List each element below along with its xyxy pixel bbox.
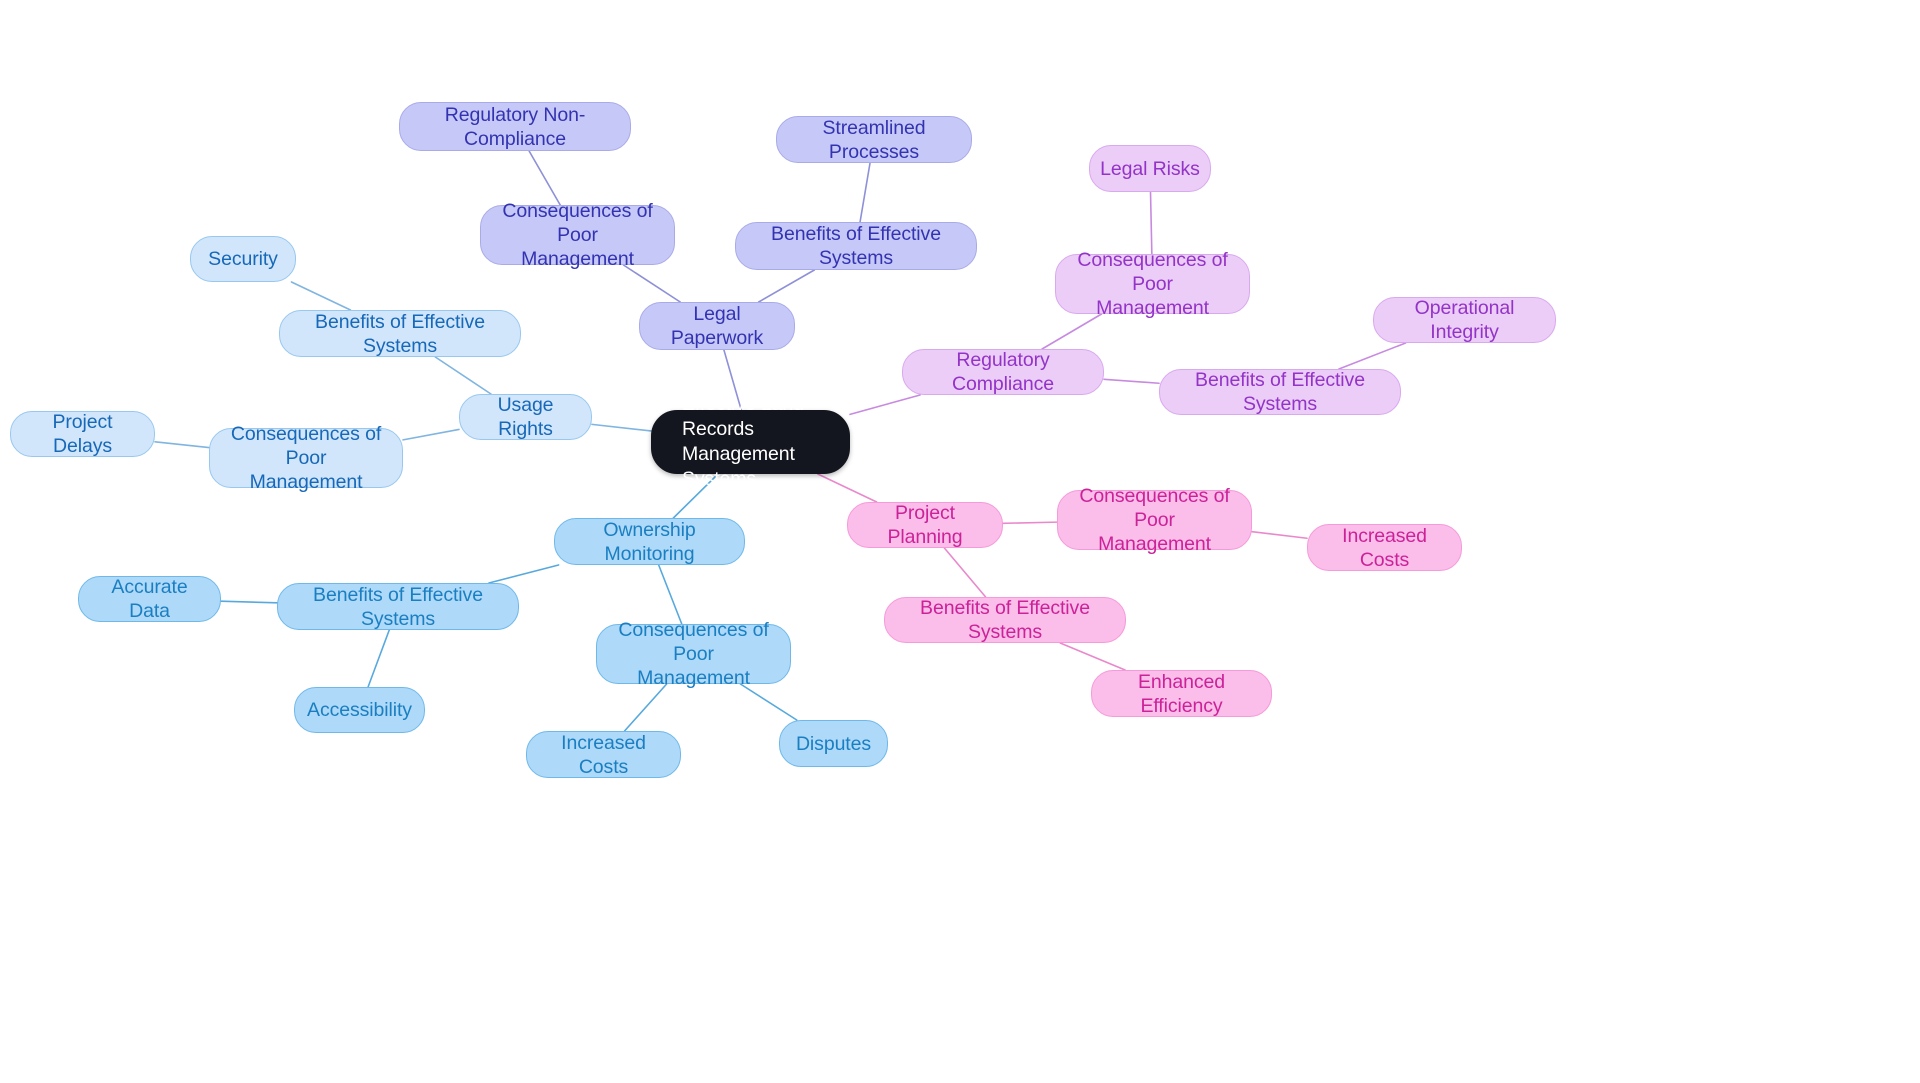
mindmap-canvas: Effective Land Records Management System… [0,0,1920,1083]
mindmap-node-om-accurate-data[interactable]: Accurate Data [78,576,221,622]
mindmap-edge [434,356,492,395]
mindmap-node-regulatory-compliance[interactable]: Regulatory Compliance [902,349,1104,395]
mindmap-edge [1002,521,1058,525]
mindmap-node-label: Usage Rights [497,394,554,440]
mindmap-node-ur-consequences[interactable]: Consequences of Poor Management [209,423,403,493]
mindmap-node-label: Regulatory Compliance [952,349,1054,395]
mindmap-node-rc-operational[interactable]: Operational Integrity [1373,297,1556,343]
mindmap-edge [1103,378,1160,385]
mindmap-node-om-disputes[interactable]: Disputes [779,720,888,767]
mindmap-node-label: Legal Paperwork [670,303,764,349]
mindmap-node-lp-consequences[interactable]: Consequences of Poor Management [480,200,675,270]
mindmap-edge [623,683,668,732]
mindmap-node-om-consequences[interactable]: Consequences of Poor Management [596,619,791,689]
mindmap-node-label: Streamlined Processes [822,116,926,163]
mindmap-node-label: Legal Risks [1100,157,1200,180]
mindmap-node-label: Benefits of Effective Systems [315,310,485,357]
mindmap-node-rc-legal-risks[interactable]: Legal Risks [1089,145,1211,192]
mindmap-edge [220,600,278,604]
mindmap-node-label: Project Planning [887,502,963,548]
mindmap-node-label: Disputes [795,732,872,755]
mindmap-edge [1338,342,1407,370]
mindmap-node-pp-consequences[interactable]: Consequences of Poor Management [1057,485,1252,555]
mindmap-node-label: Benefits of Effective Systems [313,583,483,630]
mindmap-node-lp-benefits[interactable]: Benefits of Effective Systems [735,222,977,270]
mindmap-node-label: Increased Costs [1342,524,1427,571]
mindmap-node-label: Accessibility [307,699,412,721]
mindmap-node-label: Consequences of Poor Management [1079,485,1230,555]
mindmap-node-rc-consequences[interactable]: Consequences of Poor Management [1055,249,1250,319]
mindmap-node-label: Ownership Monitoring [603,518,696,565]
mindmap-node-label: Consequences of Poor Management [230,423,382,493]
mindmap-node-om-increased-costs[interactable]: Increased Costs [526,731,681,778]
mindmap-node-project-planning[interactable]: Project Planning [847,502,1003,548]
mindmap-edge [154,440,210,449]
mindmap-node-label: Increased Costs [561,731,646,778]
mindmap-root-node[interactable]: Effective Land Records Management System… [651,393,850,490]
mindmap-node-ur-security[interactable]: Security [190,236,296,282]
mindmap-node-rc-benefits[interactable]: Benefits of Effective Systems [1159,369,1401,415]
mindmap-node-ur-project-delays[interactable]: Project Delays [10,411,155,457]
mindmap-node-label: Security [208,248,278,270]
mindmap-node-ownership-monitoring[interactable]: Ownership Monitoring [554,518,745,565]
mindmap-edge [943,547,987,598]
mindmap-edge [367,629,391,688]
mindmap-edge [859,162,871,223]
mindmap-edge [528,150,562,206]
mindmap-node-om-benefits[interactable]: Benefits of Effective Systems [277,583,519,630]
mindmap-node-label: Consequences of Poor Management [618,619,769,689]
mindmap-node-label: Regulatory Non-Compliance [444,103,586,150]
mindmap-edge [591,423,652,432]
mindmap-node-pp-increased-costs[interactable]: Increased Costs [1307,524,1462,571]
mindmap-node-pp-benefits[interactable]: Benefits of Effective Systems [884,597,1126,643]
mindmap-edge [488,564,560,584]
mindmap-node-label: Operational Integrity [1414,297,1515,343]
mindmap-node-legal-paperwork[interactable]: Legal Paperwork [639,302,795,350]
mindmap-edge [1059,642,1126,671]
mindmap-node-usage-rights[interactable]: Usage Rights [459,394,592,440]
mindmap-edge [402,428,460,441]
mindmap-node-label: Accurate Data [111,576,188,622]
mindmap-node-lp-regulatory-noncomp[interactable]: Regulatory Non-Compliance [399,102,631,151]
mindmap-node-label: Consequences of Poor Management [1077,249,1228,319]
mindmap-node-label: Enhanced Efficiency [1137,670,1226,717]
mindmap-edge [757,269,816,303]
mindmap-node-pp-enhanced-efficiency[interactable]: Enhanced Efficiency [1091,670,1272,717]
mindmap-node-om-accessibility[interactable]: Accessibility [294,687,425,733]
mindmap-node-label: Benefits of Effective Systems [920,597,1090,643]
mindmap-node-label: Effective Land Records Management System… [682,393,804,490]
mindmap-node-ur-benefits[interactable]: Benefits of Effective Systems [279,310,521,357]
mindmap-edge [1251,530,1308,540]
mindmap-edge [1149,191,1153,255]
mindmap-edge [849,394,921,416]
mindmap-edge [290,281,352,311]
mindmap-node-lp-streamlined[interactable]: Streamlined Processes [776,116,972,163]
mindmap-node-label: Consequences of Poor Management [502,200,653,270]
mindmap-node-label: Benefits of Effective Systems [771,223,941,269]
mindmap-node-label: Benefits of Effective Systems [1195,369,1365,415]
mindmap-node-label: Project Delays [52,411,113,457]
mindmap-edge [657,564,683,625]
